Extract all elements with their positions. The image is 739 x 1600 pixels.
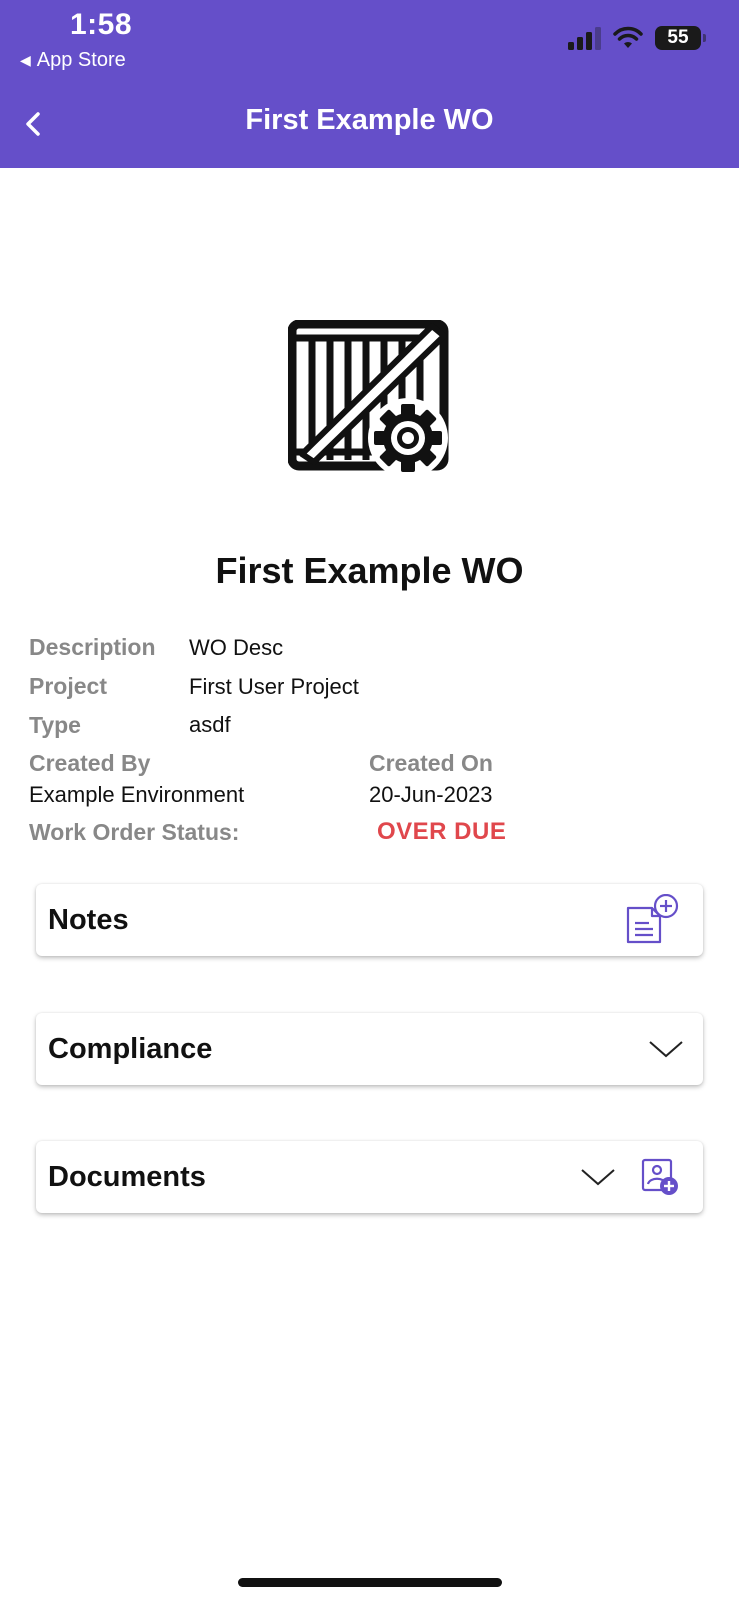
- compliance-section[interactable]: Compliance: [36, 1013, 703, 1085]
- back-triangle-icon: ◀: [20, 52, 31, 68]
- back-app-label: App Store: [36, 49, 126, 71]
- created-by-value: Example Environment: [29, 782, 245, 807]
- app-header: 1:58 ◀ App Store 55 First Example WO: [0, 0, 739, 168]
- documents-expand-button[interactable]: [580, 1161, 616, 1193]
- status-time: 1:58: [70, 8, 133, 41]
- work-order-title: First Example WO: [215, 550, 524, 591]
- description-value: WO Desc: [189, 635, 284, 660]
- type-label: Type: [29, 712, 81, 738]
- home-indicator[interactable]: [238, 1578, 502, 1587]
- documents-title: Documents: [48, 1160, 206, 1193]
- work-order-status-value: OVER DUE: [377, 818, 507, 845]
- created-on-label: Created On: [369, 750, 493, 776]
- chevron-down-icon: [581, 1169, 615, 1186]
- description-label: Description: [29, 634, 156, 660]
- work-order-status-label: Work Order Status:: [29, 819, 240, 845]
- type-value: asdf: [189, 712, 231, 737]
- battery-icon: 55: [655, 26, 706, 50]
- add-document-button[interactable]: [640, 1157, 680, 1197]
- nav-title: First Example WO: [245, 104, 494, 136]
- created-by-label: Created By: [29, 750, 151, 776]
- notes-section[interactable]: Notes: [36, 884, 703, 956]
- chevron-down-icon: [649, 1041, 683, 1058]
- compliance-expand-button[interactable]: [648, 1033, 684, 1065]
- project-label: Project: [29, 673, 107, 699]
- status-icons: 55: [567, 26, 706, 50]
- documents-section[interactable]: Documents: [36, 1141, 703, 1213]
- cellular-signal-icon: [568, 27, 601, 50]
- compliance-title: Compliance: [48, 1032, 213, 1065]
- notes-title: Notes: [48, 903, 129, 936]
- add-note-button[interactable]: [624, 894, 680, 946]
- battery-level: 55: [667, 27, 689, 48]
- back-to-app-store[interactable]: ◀ App Store: [20, 49, 126, 72]
- crate-gear-icon: [288, 320, 449, 478]
- project-value: First User Project: [189, 674, 359, 699]
- wifi-icon: [613, 26, 643, 48]
- image-add-icon: [641, 1158, 678, 1195]
- created-on-value: 20-Jun-2023: [369, 782, 493, 807]
- note-add-icon: [626, 894, 679, 944]
